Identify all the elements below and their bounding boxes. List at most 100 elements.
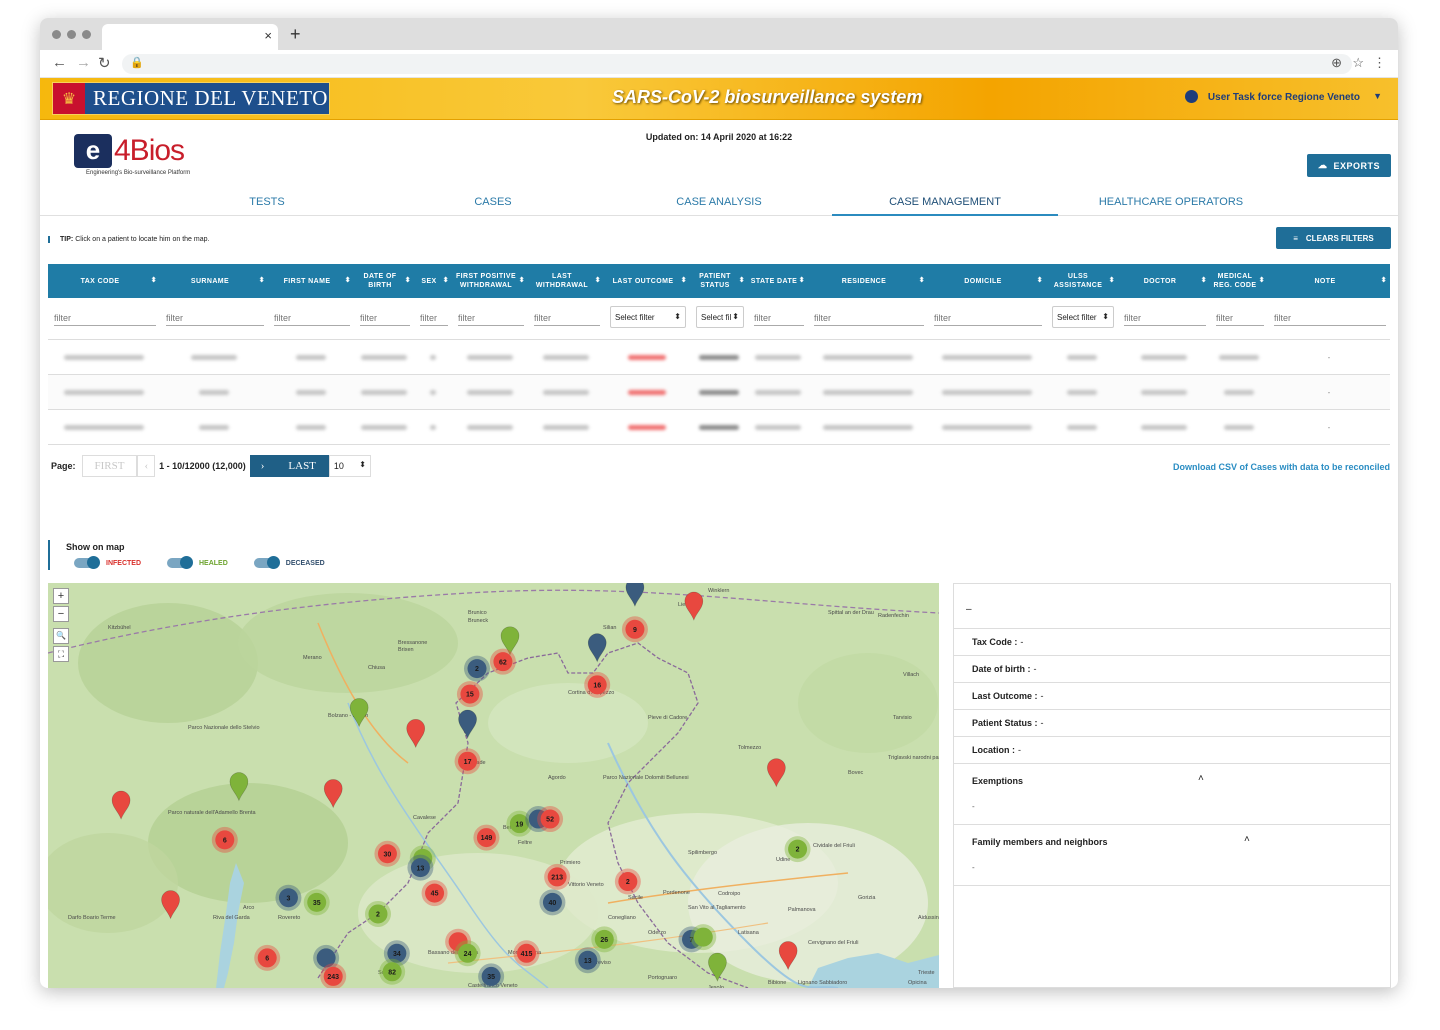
family-accordion[interactable]: Family members and neighbors ˄ - (954, 825, 1390, 886)
toggle-infected[interactable]: INFECTED (74, 556, 141, 569)
sort-icon[interactable]: ⬍ (1109, 276, 1115, 285)
filter-input[interactable] (166, 306, 264, 326)
infected-cluster-marker[interactable]: 17 (454, 748, 481, 775)
exemptions-accordion[interactable]: Exemptions ˄ - (954, 764, 1390, 825)
cases-map[interactable]: Winklern Brunico Bruneck Lienz Spittal an de… (48, 583, 939, 988)
page-size-select[interactable]: 10 ⬍ (328, 455, 371, 477)
sort-icon[interactable]: ⬍ (1201, 276, 1207, 285)
table-row[interactable]: - (48, 375, 1390, 410)
sort-icon[interactable]: ⬍ (259, 276, 265, 285)
deceased-cluster-marker[interactable]: 2 (464, 655, 490, 682)
chevron-up-icon[interactable]: ˄ (1198, 773, 1204, 784)
toggle-healed[interactable]: HEALED (167, 556, 228, 569)
column-header[interactable]: DOMICILE ⬍ (928, 264, 1046, 298)
address-bar[interactable]: 🔒 (122, 54, 1352, 74)
infected-cluster-marker[interactable]: 6 (211, 826, 238, 853)
healed-cluster-marker[interactable]: 82 (379, 958, 406, 985)
tab-cases[interactable]: CASES (380, 192, 606, 216)
column-header[interactable]: MEDICAL REG. CODE ⬍ (1210, 264, 1268, 298)
search-icon[interactable]: 🔍 (53, 628, 69, 644)
reload-icon[interactable]: ↻ (98, 54, 111, 72)
sort-icon[interactable]: ⬍ (345, 276, 351, 285)
column-header[interactable]: DOCTOR ⬍ (1118, 264, 1210, 298)
column-header[interactable]: FIRST NAME ⬍ (268, 264, 354, 298)
download-csv-link[interactable]: Download CSV of Cases with data to be re… (1173, 462, 1390, 472)
last-page-button[interactable]: LAST (275, 455, 329, 477)
prev-page-button[interactable]: ‹ (137, 455, 156, 477)
filter-input[interactable] (420, 306, 448, 326)
column-header[interactable]: SURNAME ⬍ (160, 264, 268, 298)
healed-cluster-marker[interactable]: 26 (591, 926, 618, 953)
maximize-window-dot[interactable] (82, 30, 91, 39)
healed-cluster-marker[interactable] (690, 924, 717, 951)
deceased-cluster-marker[interactable]: 40 (539, 889, 566, 916)
infected-cluster-marker[interactable]: 213 (544, 863, 571, 890)
select-filter[interactable]: Select fil ⬍ (696, 306, 744, 328)
infected-cluster-marker[interactable]: 62 (489, 648, 516, 675)
column-header[interactable]: SEX ⬍ (414, 264, 452, 298)
sort-icon[interactable]: ⬍ (443, 276, 449, 285)
tab-healthcare-operators[interactable]: HEALTHCARE OPERATORS (1058, 192, 1284, 216)
column-header[interactable]: STATE DATE ⬍ (748, 264, 808, 298)
deceased-cluster-marker[interactable]: 13 (574, 947, 601, 974)
tab-case-analysis[interactable]: CASE ANALYSIS (606, 192, 832, 216)
install-icon[interactable]: ⊕ (1331, 55, 1342, 71)
infected-cluster-marker[interactable]: 9 (621, 616, 648, 643)
column-header[interactable]: FIRST POSITIVE WITHDRAWAL ⬍ (452, 264, 528, 298)
sort-icon[interactable]: ⬍ (151, 276, 157, 285)
first-page-button[interactable]: FIRST (81, 455, 138, 477)
column-header[interactable]: DATE OF BIRTH ⬍ (354, 264, 414, 298)
healed-cluster-marker[interactable]: 24 (454, 940, 481, 967)
filter-input[interactable] (534, 306, 600, 326)
infected-cluster-marker[interactable]: 16 (584, 671, 611, 698)
filter-input[interactable] (274, 306, 350, 326)
infected-cluster-marker[interactable]: 2 (614, 868, 641, 895)
bookmark-star-icon[interactable]: ☆ (1352, 55, 1364, 71)
select-filter[interactable]: Select filter ⬍ (610, 306, 686, 328)
fullscreen-icon[interactable]: ⛶ (53, 646, 69, 662)
exports-button[interactable]: ☁ EXPORTS (1307, 154, 1391, 177)
sort-icon[interactable]: ⬍ (405, 276, 411, 285)
sort-icon[interactable]: ⬍ (595, 276, 601, 285)
chevron-up-icon[interactable]: ˄ (1244, 834, 1250, 845)
table-row[interactable]: - (48, 410, 1390, 445)
sort-icon[interactable]: ⬍ (799, 276, 805, 285)
sort-icon[interactable]: ⬍ (739, 276, 745, 285)
zoom-in-button[interactable]: + (53, 588, 69, 604)
filter-input[interactable] (814, 306, 924, 326)
infected-cluster-marker[interactable]: 15 (456, 681, 483, 708)
zoom-out-button[interactable]: − (53, 606, 69, 622)
infected-cluster-marker[interactable]: 45 (421, 880, 448, 907)
close-tab-icon[interactable]: × (264, 28, 272, 43)
sort-icon[interactable]: ⬍ (919, 276, 925, 285)
infected-cluster-marker[interactable]: 52 (537, 806, 564, 833)
filter-input[interactable] (1274, 306, 1386, 326)
filter-input[interactable] (1124, 306, 1206, 326)
table-row[interactable]: - (48, 340, 1390, 375)
close-window-dot[interactable] (52, 30, 61, 39)
infected-cluster-marker[interactable]: 6 (254, 944, 281, 971)
toggle-switch[interactable] (253, 556, 280, 569)
column-header[interactable]: LAST WITHDRAWAL ⬍ (528, 264, 604, 298)
map-canvas[interactable]: WinklernBrunicoBruneckLienzSpittal an de… (48, 583, 939, 988)
select-filter[interactable]: Select filter ⬍ (1052, 306, 1114, 328)
toggle-switch[interactable] (74, 556, 100, 569)
filter-input[interactable] (360, 306, 410, 326)
healed-cluster-marker[interactable]: 2 (365, 900, 391, 927)
user-avatar-icon[interactable] (1185, 90, 1198, 103)
sort-icon[interactable]: ⬍ (1037, 276, 1043, 285)
browser-menu-icon[interactable]: ⋮ (1373, 55, 1386, 71)
tab-tests[interactable]: TESTS (154, 192, 380, 216)
column-header[interactable]: LAST OUTCOME ⬍ (604, 264, 690, 298)
forward-arrow-icon[interactable]: → (76, 54, 91, 71)
filter-input[interactable] (54, 306, 156, 326)
toggle-deceased[interactable]: DECEASED (253, 556, 325, 569)
sort-icon[interactable]: ⬍ (519, 276, 525, 285)
infected-cluster-marker[interactable]: 149 (473, 824, 500, 851)
user-menu[interactable]: User Task force Regione Veneto (1208, 92, 1360, 103)
clear-filters-button[interactable]: ≡ CLEARS FILTERS (1276, 227, 1391, 249)
back-arrow-icon[interactable]: ← (52, 54, 67, 71)
filter-input[interactable] (458, 306, 524, 326)
column-header[interactable]: NOTE ⬍ (1268, 264, 1390, 298)
filter-input[interactable] (1216, 306, 1264, 326)
